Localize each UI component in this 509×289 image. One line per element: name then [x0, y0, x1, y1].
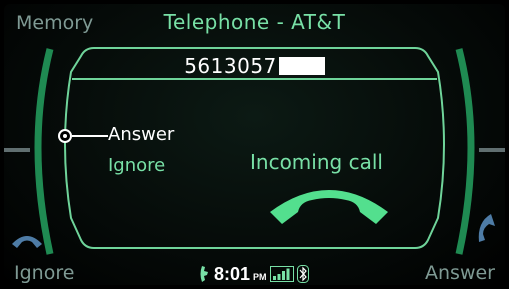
number-redaction [278, 57, 325, 75]
clock-time: 8:01 [214, 263, 251, 284]
call-status-label: Incoming call [250, 150, 383, 174]
answer-side-icon [478, 214, 495, 242]
caller-number-text: 5613057 [184, 54, 277, 78]
menu-item-answer[interactable]: Answer [108, 124, 174, 145]
call-panel-frame [34, 47, 475, 255]
caller-number: 5613057 [4, 54, 505, 78]
left-frame-arc [34, 48, 54, 255]
right-frame-arc [455, 48, 475, 255]
phone-status-icon [200, 266, 208, 282]
menu-selection-line [72, 135, 108, 137]
clock-ampm: PM [253, 272, 267, 282]
phone-screen: Memory Telephone - AT&T 5613057 Answer I… [4, 4, 505, 285]
menu-item-ignore[interactable]: Ignore [108, 155, 165, 176]
left-edge-tick [4, 148, 30, 152]
header-title-container: Telephone - AT&T [4, 10, 505, 34]
right-edge-tick [479, 148, 505, 152]
handset-icon [270, 190, 388, 224]
header-title: Telephone - AT&T [163, 10, 346, 34]
bluetooth-icon [296, 265, 309, 283]
ignore-softkey[interactable]: Ignore [14, 262, 74, 284]
hangup-side-icon [12, 236, 42, 248]
signal-strength-icon [269, 266, 294, 282]
answer-softkey[interactable]: Answer [425, 262, 495, 284]
status-bar: 8:01 PM [199, 262, 309, 285]
menu-selection-indicator [58, 129, 72, 143]
